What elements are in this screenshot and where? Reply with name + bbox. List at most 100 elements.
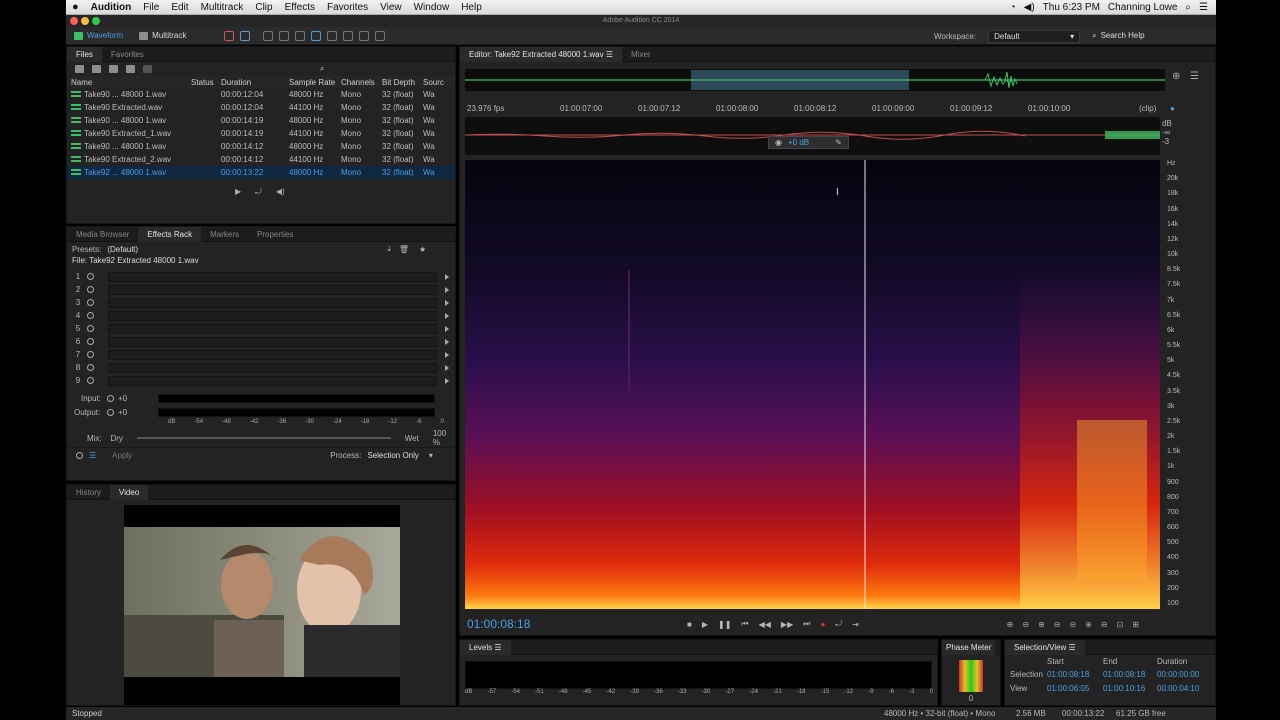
mix-slider[interactable] bbox=[136, 437, 391, 439]
power-icon[interactable] bbox=[87, 351, 94, 358]
tab-history[interactable]: History bbox=[67, 485, 110, 500]
panel-menu-icon[interactable]: ☰ bbox=[1190, 71, 1199, 82]
zoom-out-full-icon[interactable]: ⊝ bbox=[1069, 620, 1076, 629]
minimize-window-button[interactable] bbox=[81, 17, 89, 25]
go-to-start-button[interactable]: ⏮ bbox=[741, 619, 748, 629]
menu-effects[interactable]: Effects bbox=[279, 2, 321, 13]
clock[interactable]: Thu 6:23 PM bbox=[1043, 2, 1100, 13]
timeline-lock-icon[interactable]: ● bbox=[1170, 104, 1175, 113]
tab-editor[interactable]: Editor: Take92 Extracted 48000 1.wav ☰ bbox=[460, 46, 623, 62]
tab-media-browser[interactable]: Media Browser bbox=[67, 227, 138, 242]
file-row[interactable]: Take90 Extracted_2.wav 00:00:14:12 44100 H… bbox=[67, 153, 455, 166]
chevron-right-icon[interactable] bbox=[445, 299, 449, 306]
time-selection-tool-icon[interactable] bbox=[311, 30, 322, 41]
search-help[interactable]: ⌕ Search Help bbox=[1092, 31, 1145, 41]
rack-power-icon[interactable] bbox=[76, 452, 83, 459]
pitch-display-icon[interactable] bbox=[240, 30, 251, 41]
apple-icon[interactable]: ● bbox=[66, 1, 85, 13]
tab-files[interactable]: Files bbox=[67, 46, 102, 62]
current-time[interactable]: 01:00:08:18 bbox=[467, 617, 687, 631]
waveform-button[interactable]: Waveform bbox=[66, 29, 131, 43]
sv-selection-end[interactable]: 01:00:08:18 bbox=[1103, 670, 1157, 679]
menu-app[interactable]: Audition bbox=[85, 2, 138, 13]
tab-properties[interactable]: Properties bbox=[248, 227, 302, 242]
play-icon[interactable]: ▶ bbox=[235, 187, 241, 197]
effect-slot[interactable]: 2 bbox=[67, 283, 455, 296]
zoom-in-point-icon[interactable]: ⊕ bbox=[1085, 620, 1092, 629]
autoplay-icon[interactable]: ◀) bbox=[276, 187, 285, 197]
menu-window[interactable]: Window bbox=[408, 2, 456, 13]
output-gain[interactable]: +0 bbox=[118, 408, 158, 417]
timeline-ruler[interactable]: 01:00:07:00 01:00:07:12 01:00:08:00 01:00:0… bbox=[560, 104, 1160, 114]
power-icon[interactable] bbox=[87, 325, 94, 332]
chevron-right-icon[interactable] bbox=[445, 286, 449, 293]
brush-tool-icon[interactable] bbox=[359, 30, 370, 41]
process-dropdown[interactable]: Selection Only bbox=[367, 451, 419, 460]
tab-selection-view[interactable]: Selection/View ☰ bbox=[1005, 639, 1085, 655]
zoom-out-amplitude-icon[interactable]: ⊖ bbox=[1022, 620, 1029, 629]
wifi-icon[interactable]: ◔ bbox=[1010, 2, 1016, 13]
slot-field[interactable] bbox=[108, 336, 437, 347]
slot-field[interactable] bbox=[108, 297, 437, 308]
sv-view-start[interactable]: 01:00:06:05 bbox=[1047, 684, 1103, 693]
menu-help[interactable]: Help bbox=[455, 2, 488, 13]
file-row[interactable]: Take90 ... 48000 1.wav 00:00:14:12 48000 H… bbox=[67, 140, 455, 153]
effect-slot[interactable]: 3 bbox=[67, 296, 455, 309]
multitrack-button[interactable]: Multitrack bbox=[131, 29, 194, 43]
effect-slot[interactable]: 9 bbox=[67, 374, 455, 387]
tab-markers[interactable]: Markers bbox=[201, 227, 248, 242]
favorite-star-icon[interactable]: ★ bbox=[419, 245, 426, 254]
input-gain[interactable]: +0 bbox=[118, 394, 158, 403]
menu-clip[interactable]: Clip bbox=[249, 2, 278, 13]
zoom-in-time-icon[interactable]: ⊕ bbox=[1038, 620, 1045, 629]
rack-list-icon[interactable]: ☰ bbox=[89, 451, 96, 460]
tab-phase-meter[interactable]: Phase Meter bbox=[942, 639, 996, 655]
chevron-down-icon[interactable]: ▾ bbox=[429, 451, 433, 460]
tab-levels[interactable]: Levels ☰ bbox=[460, 639, 511, 655]
close-window-button[interactable] bbox=[70, 17, 78, 25]
effect-slot[interactable]: 8 bbox=[67, 361, 455, 374]
hud-gain[interactable]: ◉ +0 dB ✎ bbox=[768, 136, 849, 149]
volume-icon[interactable]: ◀) bbox=[1024, 2, 1035, 13]
menu-multitrack[interactable]: Multitrack bbox=[195, 2, 250, 13]
rewind-button[interactable]: ◀◀ bbox=[759, 620, 771, 629]
hud-knob-icon[interactable]: ◉ bbox=[775, 138, 782, 147]
spotlight-icon[interactable]: ⌕ bbox=[1185, 2, 1191, 13]
delete-icon[interactable] bbox=[143, 65, 152, 73]
menu-view[interactable]: View bbox=[374, 2, 408, 13]
spot-healing-icon[interactable] bbox=[375, 30, 386, 41]
zoom-frequency-icon[interactable]: ⊞ bbox=[1132, 620, 1139, 629]
file-row[interactable]: Take92 ... 48000 1.wav 00:00:13:22 48000 H… bbox=[67, 166, 455, 179]
power-icon[interactable] bbox=[87, 299, 94, 306]
zoom-out-time-icon[interactable]: ⊖ bbox=[1054, 620, 1061, 629]
slip-tool-icon[interactable] bbox=[295, 30, 306, 41]
effect-slot[interactable]: 1 bbox=[67, 270, 455, 283]
zoom-window-button[interactable] bbox=[92, 17, 100, 25]
user-name[interactable]: Channing Lowe bbox=[1108, 2, 1178, 13]
slot-field[interactable] bbox=[108, 375, 437, 386]
razor-tool-icon[interactable] bbox=[279, 30, 290, 41]
menu-edit[interactable]: Edit bbox=[165, 2, 194, 13]
sv-selection-start[interactable]: 01:00:08:18 bbox=[1047, 670, 1103, 679]
chevron-right-icon[interactable] bbox=[445, 351, 449, 358]
power-icon[interactable] bbox=[87, 364, 94, 371]
marquee-tool-icon[interactable] bbox=[327, 30, 338, 41]
overview-waveform[interactable] bbox=[465, 69, 1165, 91]
lasso-tool-icon[interactable] bbox=[343, 30, 354, 41]
move-tool-icon[interactable] bbox=[263, 30, 274, 41]
slot-field[interactable] bbox=[108, 284, 437, 295]
sv-view-duration[interactable]: 00:00:04:10 bbox=[1157, 684, 1199, 693]
search-icon[interactable]: ⌕ bbox=[320, 64, 324, 74]
input-knob-icon[interactable] bbox=[107, 394, 114, 402]
power-icon[interactable] bbox=[87, 312, 94, 319]
skip-selection-button[interactable]: ⇥ bbox=[852, 620, 859, 629]
play-button[interactable]: ▶ bbox=[702, 620, 708, 629]
slot-field[interactable] bbox=[108, 349, 437, 360]
effect-slot[interactable]: 5 bbox=[67, 322, 455, 335]
slot-field[interactable] bbox=[108, 362, 437, 373]
mix-wet-value[interactable]: 100 % bbox=[433, 429, 455, 447]
new-file-icon[interactable] bbox=[109, 65, 118, 73]
workspace-dropdown[interactable]: Default ▾ bbox=[988, 29, 1081, 43]
chevron-right-icon[interactable] bbox=[445, 312, 449, 319]
spectral-display-icon[interactable] bbox=[224, 30, 235, 41]
